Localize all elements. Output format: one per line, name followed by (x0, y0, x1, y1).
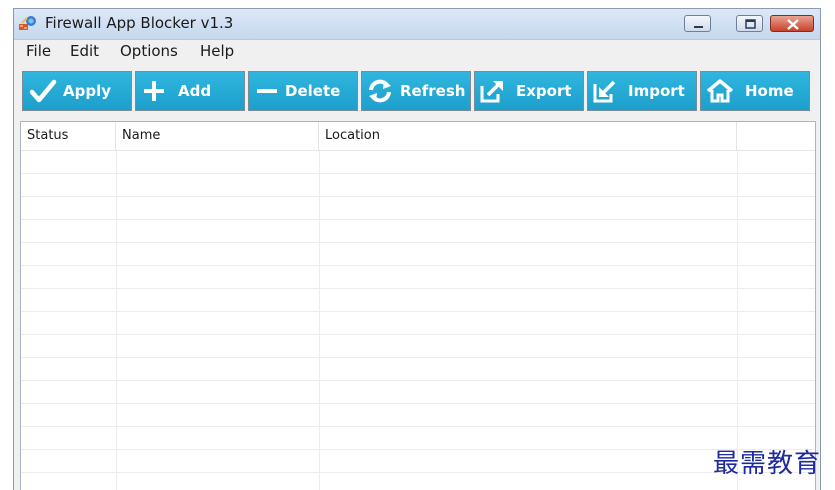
delete-label: Delete (285, 82, 341, 100)
table-row[interactable] (21, 358, 815, 381)
table-row[interactable] (21, 427, 815, 450)
home-label: Home (745, 82, 794, 100)
import-button[interactable]: Import (587, 71, 697, 111)
table-row[interactable] (21, 266, 815, 289)
table-row[interactable] (21, 335, 815, 358)
menu-bar: File Edit Options Help (14, 40, 820, 62)
table-row[interactable] (21, 243, 815, 266)
home-icon (706, 78, 734, 104)
add-label: Add (178, 82, 212, 100)
window-title: Firewall App Blocker v1.3 (45, 14, 234, 32)
column-header-name[interactable]: Name (116, 122, 319, 150)
menu-edit[interactable]: Edit (70, 42, 99, 60)
table-row[interactable] (21, 450, 815, 473)
column-divider (116, 151, 117, 490)
checkmark-icon (29, 78, 57, 104)
maximize-button[interactable] (736, 15, 763, 32)
list-rows (21, 151, 815, 490)
apply-label: Apply (63, 82, 112, 100)
table-row[interactable] (21, 289, 815, 312)
import-arrow-icon (592, 78, 620, 104)
table-row[interactable] (21, 473, 815, 490)
table-row[interactable] (21, 174, 815, 197)
table-row[interactable] (21, 151, 815, 174)
refresh-button[interactable]: Refresh (361, 71, 471, 111)
minimize-button[interactable] (684, 15, 711, 32)
toolbar: Apply Add Delete Refresh Export Import H… (14, 67, 820, 115)
app-window: Firewall App Blocker v1.3 File Edit Opti… (13, 8, 821, 490)
table-row[interactable] (21, 220, 815, 243)
export-arrow-icon (479, 78, 507, 104)
app-list-view[interactable]: Status Name Location (20, 121, 816, 490)
menu-help[interactable]: Help (200, 42, 234, 60)
apply-button[interactable]: Apply (22, 71, 132, 111)
table-row[interactable] (21, 404, 815, 427)
column-header-status[interactable]: Status (21, 122, 116, 150)
refresh-label: Refresh (400, 82, 466, 100)
list-header: Status Name Location (21, 122, 815, 151)
column-header-extra[interactable] (737, 122, 815, 150)
column-divider (319, 151, 320, 490)
firewall-app-icon (19, 15, 37, 32)
plus-icon (140, 78, 168, 104)
table-row[interactable] (21, 312, 815, 335)
table-row[interactable] (21, 381, 815, 404)
import-label: Import (628, 82, 685, 100)
home-button[interactable]: Home (700, 71, 810, 111)
delete-button[interactable]: Delete (248, 71, 358, 111)
add-button[interactable]: Add (135, 71, 245, 111)
minus-icon (253, 78, 281, 104)
close-button[interactable] (770, 15, 814, 32)
table-row[interactable] (21, 197, 815, 220)
export-button[interactable]: Export (474, 71, 584, 111)
title-bar[interactable]: Firewall App Blocker v1.3 (14, 9, 820, 40)
export-label: Export (516, 82, 572, 100)
menu-options[interactable]: Options (120, 42, 178, 60)
column-divider (737, 151, 738, 490)
refresh-icon (366, 78, 394, 104)
column-header-location[interactable]: Location (319, 122, 737, 150)
menu-file[interactable]: File (26, 42, 51, 60)
watermark-text: 最需教育 (713, 449, 822, 479)
